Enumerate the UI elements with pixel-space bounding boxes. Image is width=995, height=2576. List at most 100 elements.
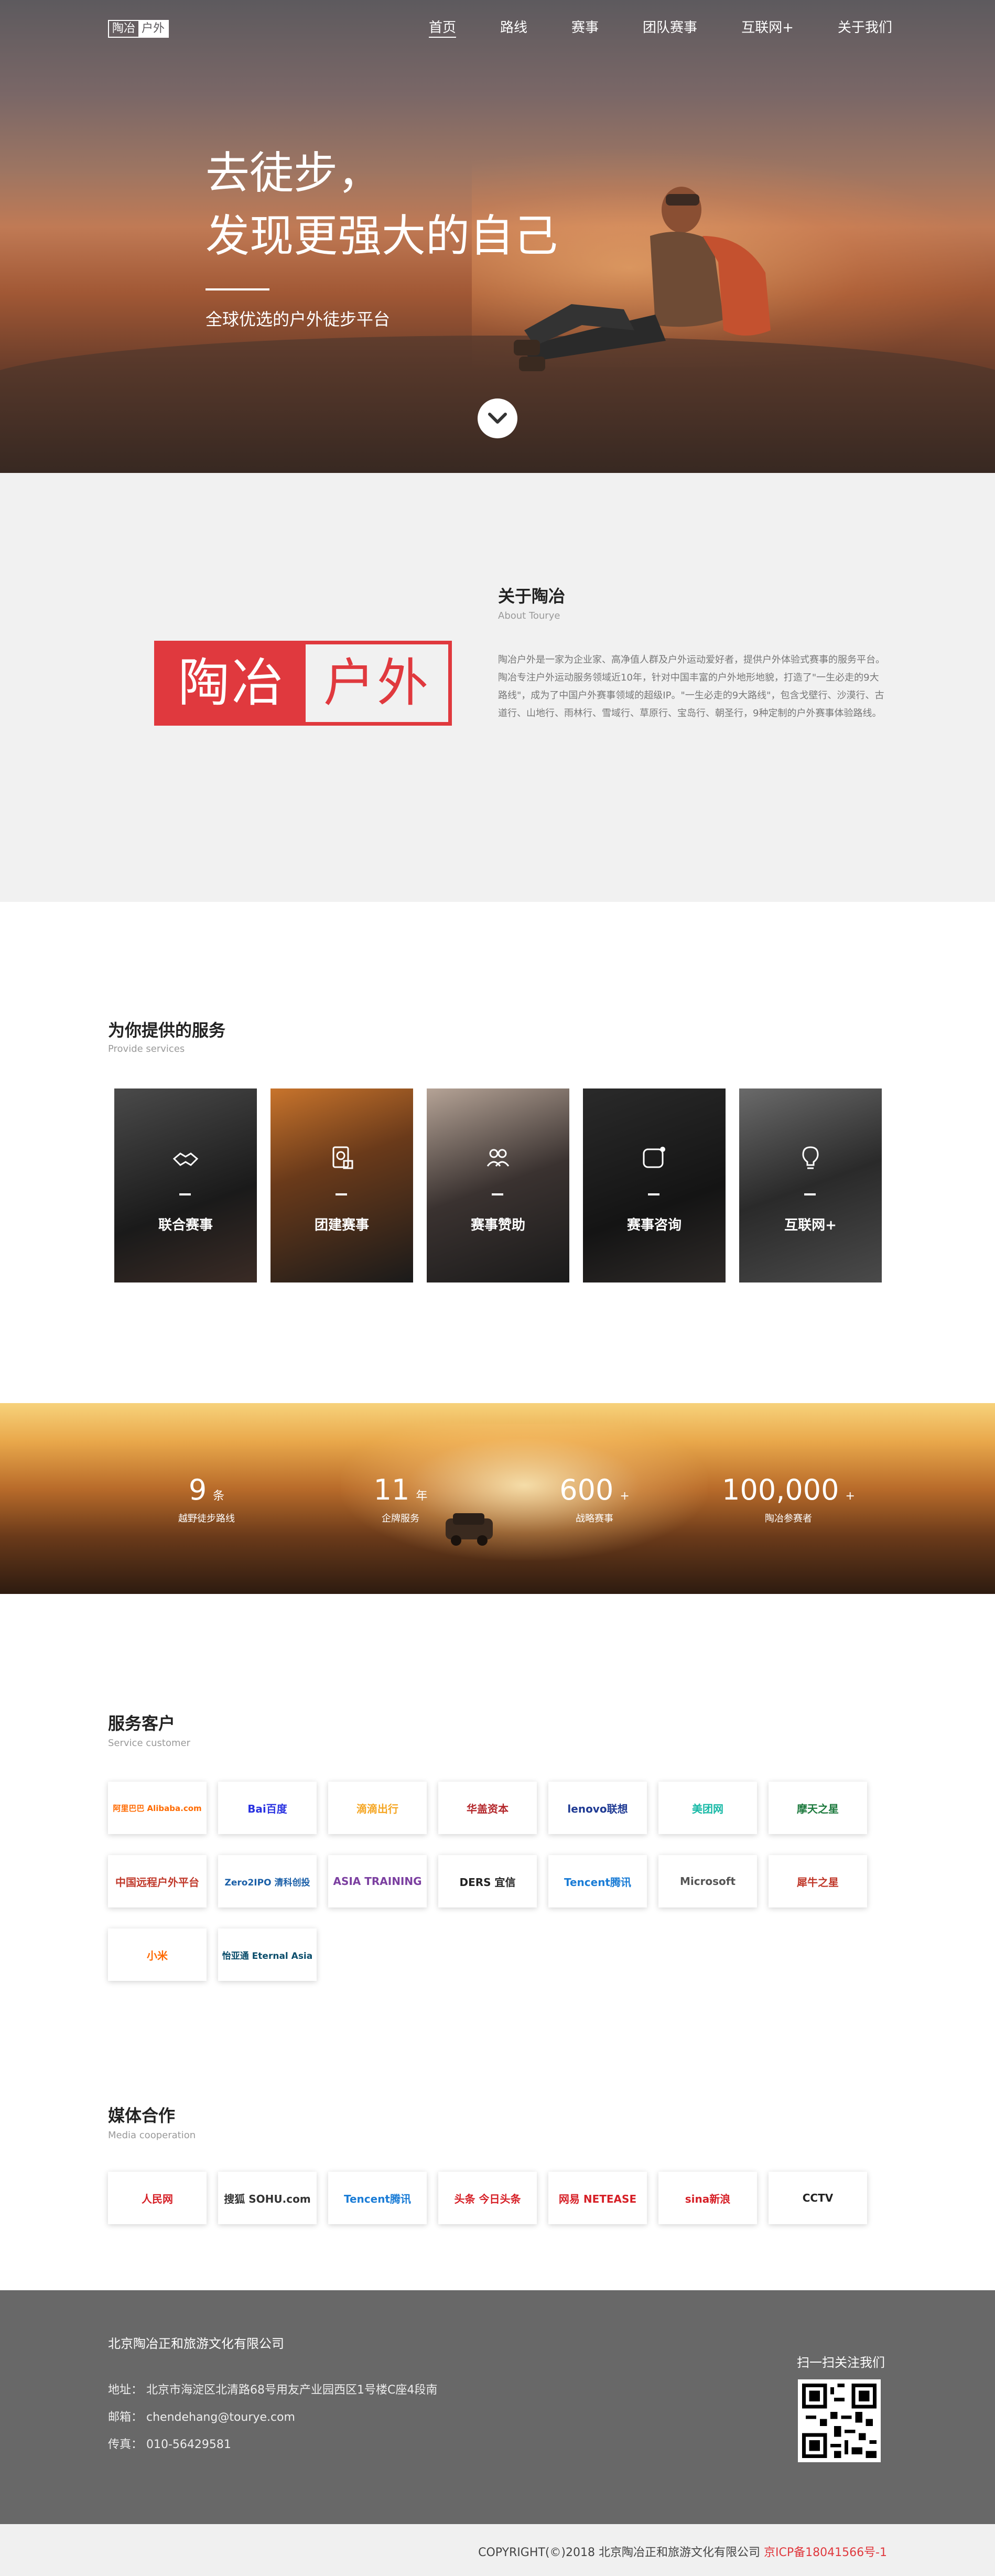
about-description: 陶冶户外是一家为企业家、高净值人群及户外运动爱好者，提供户外体验式赛事的服务平台…	[498, 654, 885, 719]
media-logo-tile[interactable]: sina新浪	[658, 2172, 757, 2224]
client-logo-tile[interactable]: 犀牛之星	[769, 1855, 867, 1907]
copyright-label: COPYRIGHT(©)2018 北京陶冶正和旅游文化有限公司	[478, 2546, 764, 2559]
site-logo[interactable]: 陶冶 户外	[108, 20, 169, 38]
service-card-label: 团建赛事	[314, 1217, 369, 1233]
client-logo-name: Bai百度	[247, 1802, 287, 1815]
nav-item-team-events[interactable]: 团队赛事	[643, 19, 697, 38]
clients-subtitle: Service customer	[108, 1738, 191, 1749]
stat-events: 600 + 战略赛事	[542, 1473, 647, 1525]
client-logo-tile[interactable]: 美团网	[658, 1782, 757, 1834]
card-divider	[179, 1193, 191, 1195]
stat-years: 11 年 企牌服务	[348, 1473, 453, 1525]
media-logo-tile[interactable]: CCTV	[769, 2172, 867, 2224]
card-background	[739, 1088, 882, 1282]
client-logo-name: 华盖资本	[467, 1802, 509, 1815]
brand-logo-left: 陶冶	[158, 644, 306, 722]
service-card-joint-events[interactable]: 联合赛事	[114, 1088, 257, 1282]
client-logo-tile[interactable]: Tencent腾讯	[548, 1855, 647, 1907]
client-logo-name: 中国远程户外平台	[115, 1876, 199, 1889]
card-divider	[336, 1193, 347, 1195]
client-logo-tile[interactable]: Bai百度	[218, 1782, 317, 1834]
nav-item-routes[interactable]: 路线	[500, 19, 527, 38]
company-email[interactable]: 邮箱： chendehang@tourye.com	[108, 2408, 295, 2424]
card-divider	[492, 1193, 503, 1195]
client-logo-name: 摩天之星	[797, 1802, 839, 1815]
client-logo-name: 阿里巴巴 Alibaba.com	[113, 1803, 202, 1813]
client-logo-tile[interactable]: 摩天之星	[769, 1782, 867, 1834]
stat-unit: 年	[416, 1490, 428, 1503]
card-background	[114, 1088, 257, 1282]
client-logo-name: 美团网	[692, 1802, 723, 1815]
media-logo-name: 人民网	[142, 2192, 173, 2205]
stat-unit: 条	[213, 1490, 225, 1503]
client-logo-name: Tencent腾讯	[564, 1876, 631, 1889]
media-logo-tile[interactable]: 搜狐 SOHU.com	[218, 2172, 317, 2224]
icp-license-link[interactable]: 京ICP备18041566号-1	[764, 2546, 887, 2559]
about-title: 关于陶冶	[498, 586, 566, 606]
service-card-label: 赛事赞助	[470, 1217, 525, 1233]
client-logo-tile[interactable]: 小米	[108, 1928, 207, 1981]
client-logo-name: DERS 宜信	[459, 1876, 516, 1889]
qr-code-image	[802, 2384, 877, 2458]
stat-caption: 战略赛事	[576, 1513, 613, 1524]
stat-routes: 9条 越野徒步路线	[154, 1473, 259, 1525]
main-menu: 首页 路线 赛事 团队赛事 互联网+ 关于我们	[429, 19, 936, 38]
media-logo-tile[interactable]: 头条 今日头条	[438, 2172, 537, 2224]
client-logo-tile[interactable]: 中国远程户外平台	[108, 1855, 207, 1907]
hero-title-line1: 去徒步，	[206, 147, 382, 199]
hero-banner: 陶冶 户外 首页 路线 赛事 团队赛事 互联网+ 关于我们 去徒步， 发现更强大…	[0, 0, 995, 473]
client-logo-name: Microsoft	[679, 1875, 736, 1888]
client-logo-tile[interactable]: 华盖资本	[438, 1782, 537, 1834]
client-logo-tile[interactable]: 怡亚通 Eternal Asia	[218, 1928, 317, 1981]
media-logo-grid: 人民网 搜狐 SOHU.com Tencent腾讯 头条 今日头条 网易 NETEASE…	[108, 2172, 867, 2224]
top-navigation: 陶冶 户外 首页 路线 赛事 团队赛事 互联网+ 关于我们	[0, 0, 995, 57]
service-card-label: 互联网+	[784, 1217, 837, 1233]
footer: 北京陶冶正和旅游文化有限公司 地址： 北京市海淀区北清路68号用友产业园西区1号…	[0, 2290, 995, 2524]
service-card-sponsorship[interactable]: 赛事赞助	[427, 1088, 569, 1282]
media-subtitle: Media cooperation	[108, 2130, 196, 2141]
copyright-bar: COPYRIGHT(©)2018 北京陶冶正和旅游文化有限公司 京ICP备180…	[0, 2524, 995, 2576]
stat-number: 11	[373, 1473, 410, 1506]
nav-item-home[interactable]: 首页	[429, 19, 457, 38]
media-logo-name: Tencent腾讯	[343, 2192, 411, 2205]
nav-item-internet-plus[interactable]: 互联网+	[741, 19, 794, 38]
service-card-team-building[interactable]: 团建赛事	[271, 1088, 413, 1282]
media-logo-tile[interactable]: 网易 NETEASE	[548, 2172, 647, 2224]
media-logo-name: CCTV	[802, 2192, 834, 2204]
services-subtitle: Provide services	[108, 1043, 185, 1054]
client-logo-name: 犀牛之星	[797, 1876, 839, 1889]
service-card-consulting[interactable]: 赛事咨询	[583, 1088, 726, 1282]
chat-icon	[643, 1147, 665, 1168]
stat-number: 100,000	[722, 1473, 839, 1506]
client-logo-tile[interactable]: lenovo联想	[548, 1782, 647, 1834]
client-logo-name: ASIA TRAINING	[333, 1875, 422, 1888]
client-logo-tile[interactable]: 滴滴出行	[328, 1782, 427, 1834]
hero-subtitle: 全球优选的户外徒步平台	[206, 309, 391, 329]
about-subtitle: About Tourye	[498, 610, 560, 621]
nav-item-events[interactable]: 赛事	[571, 19, 599, 38]
stat-unit: +	[845, 1490, 855, 1503]
client-logo-tile[interactable]: 阿里巴巴 Alibaba.com	[108, 1782, 207, 1834]
stat-caption: 越野徒步路线	[178, 1513, 235, 1524]
client-logo-tile[interactable]: ASIA TRAINING	[328, 1855, 427, 1907]
media-logo-tile[interactable]: 人民网	[108, 2172, 207, 2224]
card-divider	[648, 1193, 659, 1195]
stat-participants: 100,000 + 陶冶参赛者	[710, 1473, 867, 1525]
client-logo-tile[interactable]: DERS 宜信	[438, 1855, 537, 1907]
card-background	[583, 1088, 726, 1282]
client-logo-tile[interactable]: Zero2IPO 清科创投	[218, 1855, 317, 1907]
client-logo-tile[interactable]: Microsoft	[658, 1855, 757, 1907]
service-card-internet-plus[interactable]: 互联网+	[739, 1088, 882, 1282]
scroll-down-button[interactable]	[478, 398, 517, 438]
company-address: 地址： 北京市海淀区北清路68号用友产业园西区1号楼C座4段南	[108, 2384, 438, 2397]
nav-item-about[interactable]: 关于我们	[838, 19, 892, 38]
services-title: 为你提供的服务	[108, 1020, 226, 1040]
media-logo-tile[interactable]: Tencent腾讯	[328, 2172, 427, 2224]
logo-text-left: 陶冶	[112, 22, 136, 35]
hero-divider	[206, 288, 269, 290]
hero-title-line2: 发现更强大的自己	[206, 210, 558, 262]
card-background	[271, 1088, 413, 1282]
client-logo-name: lenovo联想	[567, 1802, 628, 1815]
client-logo-name: 怡亚通 Eternal Asia	[222, 1950, 313, 1961]
brand-logo-large: 陶冶 户外	[154, 641, 452, 726]
